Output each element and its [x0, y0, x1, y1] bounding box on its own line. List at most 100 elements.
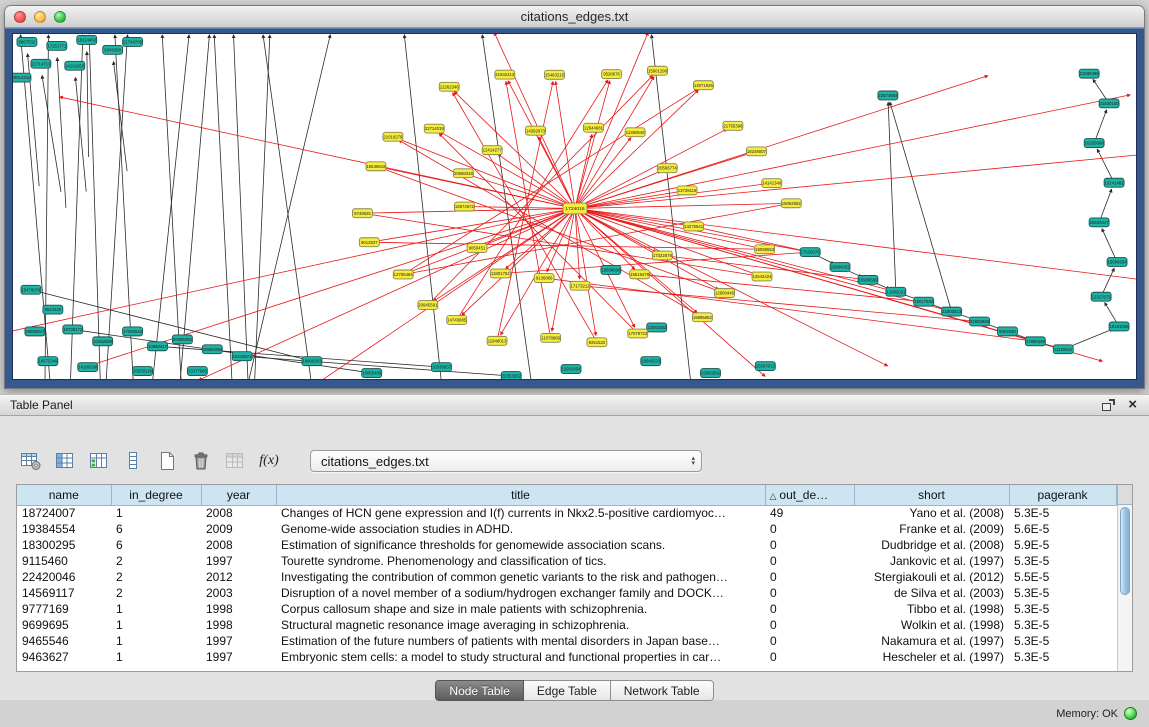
- cell-name[interactable]: 9465546: [17, 633, 111, 649]
- graph-node[interactable]: 17322879: [652, 251, 672, 260]
- network-graph-canvas[interactable]: 9867532171517711911446293493902171471314…: [12, 33, 1137, 380]
- column-header-short[interactable]: short: [854, 485, 1009, 505]
- graph-node[interactable]: 9349390: [103, 45, 123, 54]
- cell-pagerank[interactable]: 5.3E-5: [1009, 585, 1116, 601]
- column-header-year[interactable]: year: [201, 485, 276, 505]
- graph-node[interactable]: 9136806: [534, 274, 554, 283]
- cell-short[interactable]: Yano et al. (2008): [854, 505, 1009, 521]
- cell-in_degree[interactable]: 2: [111, 569, 201, 585]
- cell-pagerank[interactable]: 5.3E-5: [1009, 649, 1116, 665]
- table-mode-icon[interactable]: [18, 448, 44, 474]
- cell-in_degree[interactable]: 1: [111, 649, 201, 665]
- edit-table-icon[interactable]: [86, 448, 112, 474]
- table-row[interactable]: 946362711997Embryonic stem cells: a mode…: [17, 649, 1116, 665]
- graph-node[interactable]: 11078969: [541, 333, 561, 342]
- cell-out_degree[interactable]: 0: [765, 521, 854, 537]
- graph-node[interactable]: 17620076: [800, 248, 820, 257]
- graph-node[interactable]: 13286499: [1079, 69, 1099, 78]
- graph-node[interactable]: 10960447: [148, 342, 168, 351]
- cell-title[interactable]: Estimation of the future numbers of pati…: [276, 633, 765, 649]
- graph-node[interactable]: 9543420: [43, 305, 63, 314]
- cell-title[interactable]: Estimation of significance thresholds fo…: [276, 537, 765, 553]
- graph-node[interactable]: 20814310: [13, 73, 31, 82]
- function-builder-icon[interactable]: f(x): [256, 448, 282, 474]
- cell-in_degree[interactable]: 6: [111, 537, 201, 553]
- cell-in_degree[interactable]: 2: [111, 585, 201, 601]
- cell-pagerank[interactable]: 5.3E-5: [1009, 505, 1116, 521]
- import-table-icon[interactable]: [222, 448, 248, 474]
- column-icon[interactable]: [120, 448, 146, 474]
- graph-node[interactable]: 15901298: [648, 66, 668, 75]
- cell-short[interactable]: de Silva et al. (2003): [854, 585, 1009, 601]
- cell-short[interactable]: Hescheler et al. (1997): [854, 649, 1009, 665]
- cell-year[interactable]: 1997: [201, 649, 276, 665]
- graph-node[interactable]: 13739119: [677, 186, 697, 195]
- cell-title[interactable]: Embryonic stem cells: a model to study s…: [276, 649, 765, 665]
- cell-year[interactable]: 2003: [201, 585, 276, 601]
- graph-node[interactable]: 9749925: [353, 209, 373, 218]
- table-row[interactable]: 1456911722003Disruption of a novel membe…: [17, 585, 1116, 601]
- graph-node[interactable]: 16205688: [1084, 139, 1104, 148]
- graph-node[interactable]: 21714713: [31, 59, 51, 68]
- cell-pagerank[interactable]: 5.9E-5: [1009, 537, 1116, 553]
- graph-node[interactable]: 9404938: [997, 327, 1017, 336]
- graph-node[interactable]: 14743685: [447, 316, 467, 325]
- cell-pagerank[interactable]: 5.6E-5: [1009, 521, 1116, 537]
- cell-title[interactable]: Disruption of a novel member of a sodium…: [276, 585, 765, 601]
- cell-year[interactable]: 1997: [201, 553, 276, 569]
- cell-year[interactable]: 1997: [201, 633, 276, 649]
- window-titlebar[interactable]: citations_edges.txt: [5, 6, 1144, 28]
- table-scrollbar-thumb[interactable]: [1120, 507, 1130, 595]
- graph-node[interactable]: 12644681: [583, 123, 603, 132]
- graph-node[interactable]: 12414277: [482, 146, 502, 155]
- graph-node[interactable]: 15097013: [755, 362, 775, 371]
- cell-in_degree[interactable]: 1: [111, 601, 201, 617]
- graph-node[interactable]: 15099654: [1107, 258, 1127, 267]
- graph-node[interactable]: 13377985: [187, 367, 207, 376]
- graph-node[interactable]: 11948013: [487, 336, 507, 345]
- table-scrollbar[interactable]: [1117, 505, 1132, 671]
- graph-node[interactable]: 19556047: [25, 327, 45, 336]
- cell-title[interactable]: Corpus callosum shape and size in male p…: [276, 601, 765, 617]
- cell-year[interactable]: 1998: [201, 617, 276, 633]
- cell-out_degree[interactable]: 0: [765, 553, 854, 569]
- graph-node[interactable]: 22353602: [501, 372, 521, 379]
- table-row[interactable]: 946554611997Estimation of the future num…: [17, 633, 1116, 649]
- graph-node[interactable]: 17296542: [123, 327, 143, 336]
- graph-node[interactable]: 9012837: [359, 238, 379, 247]
- graph-node[interactable]: 20629347: [1089, 218, 1109, 227]
- cell-title[interactable]: Tourette syndrome. Phenomenology and cla…: [276, 553, 765, 569]
- column-header-pagerank[interactable]: pagerank: [1009, 485, 1116, 505]
- graph-node[interactable]: 21603513: [942, 307, 962, 316]
- graph-node[interactable]: 12931054: [561, 365, 581, 374]
- graph-node[interactable]: 16574672: [454, 202, 474, 211]
- graph-node[interactable]: 10055460: [362, 369, 382, 378]
- graph-node[interactable]: 11360540: [625, 128, 645, 137]
- graph-node[interactable]: 18249007: [746, 147, 766, 156]
- graph-node[interactable]: 9867532: [17, 37, 37, 46]
- cell-name[interactable]: 22420046: [17, 569, 111, 585]
- graph-node[interactable]: 15463215: [545, 70, 565, 79]
- graph-node[interactable]: 22864202: [830, 263, 850, 272]
- cell-name[interactable]: 9115460: [17, 553, 111, 569]
- cell-short[interactable]: Nakamura et al. (1997): [854, 633, 1009, 649]
- graph-node[interactable]: 20854058: [202, 345, 222, 354]
- graph-node[interactable]: 15062582: [781, 199, 801, 208]
- cell-out_degree[interactable]: 0: [765, 585, 854, 601]
- graph-node[interactable]: 21018279: [383, 132, 403, 141]
- graph-node[interactable]: 15986589: [858, 275, 878, 284]
- graph-node[interactable]: 18895963: [302, 357, 322, 366]
- column-header-in_degree[interactable]: in_degree: [111, 485, 201, 505]
- cell-out_degree[interactable]: 0: [765, 633, 854, 649]
- cell-year[interactable]: 2008: [201, 505, 276, 521]
- graph-node[interactable]: 21744706: [123, 37, 143, 46]
- cell-short[interactable]: Franke et al. (2009): [854, 521, 1009, 537]
- graph-node[interactable]: 14275541: [684, 222, 704, 231]
- table-row[interactable]: 977716911998Corpus callosum shape and si…: [17, 601, 1116, 617]
- new-document-icon[interactable]: [154, 448, 180, 474]
- graph-node[interactable]: 18572349: [38, 357, 58, 366]
- cell-title[interactable]: Investigating the contribution of common…: [276, 569, 765, 585]
- table-row[interactable]: 1872400712008Changes of HCN gene express…: [17, 505, 1116, 521]
- cell-in_degree[interactable]: 1: [111, 617, 201, 633]
- graph-node[interactable]: 19895862: [692, 313, 712, 322]
